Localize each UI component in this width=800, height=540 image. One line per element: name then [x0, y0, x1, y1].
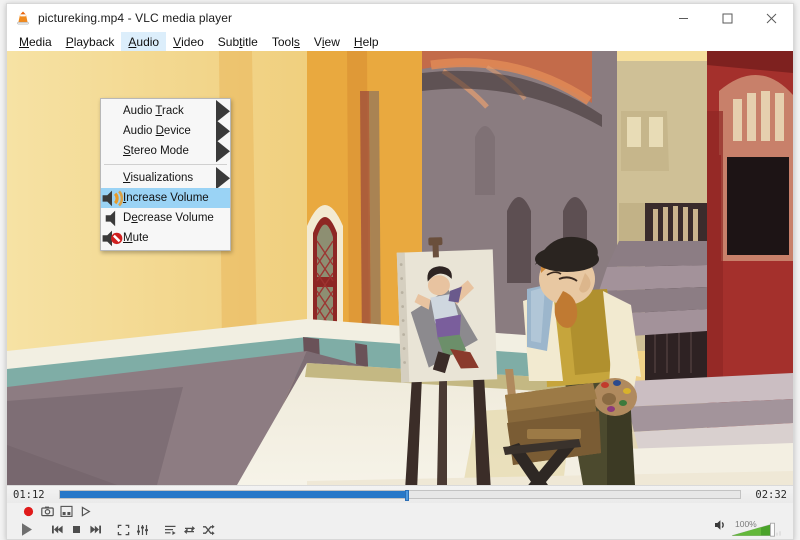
equalizer-button[interactable]: [134, 522, 151, 537]
menu-item-label: Stereo Mode: [123, 145, 189, 157]
submenu-arrow-icon: [216, 139, 230, 163]
seek-handle[interactable]: [404, 490, 409, 501]
previous-button[interactable]: [49, 522, 66, 537]
close-button[interactable]: [749, 4, 793, 32]
elapsed-time: 01:12: [13, 488, 45, 501]
submenu-arrow-icon: [216, 166, 230, 190]
menu-item-audio-device[interactable]: Audio Device: [101, 119, 230, 143]
menu-item-label: Visualizations: [123, 172, 194, 184]
record-button[interactable]: [20, 504, 37, 519]
menu-item-label: Increase Volume: [123, 192, 209, 204]
volume-slider[interactable]: 100%: [731, 519, 783, 537]
menu-item-audio-track[interactable]: Audio Track: [101, 99, 230, 123]
menu-bar: Media Playback Audio Video Sub t itle Tool…: [7, 32, 793, 51]
speaker-icon[interactable]: [714, 518, 727, 536]
menu-item-increase-volume[interactable]: Increase Volume: [101, 188, 230, 208]
menu-media[interactable]: Media: [12, 32, 59, 51]
seek-progress-fill: [60, 491, 407, 498]
menu-view[interactable]: Vi ew: [307, 32, 347, 51]
menu-help[interactable]: Help: [347, 32, 386, 51]
window-controls: [661, 4, 793, 32]
menu-item-label: Mute: [123, 232, 149, 244]
volume-down-icon: [101, 209, 123, 228]
seek-row: 01:12 02:32: [7, 486, 793, 503]
frame-by-frame-button[interactable]: [58, 504, 75, 519]
playlist-button[interactable]: [162, 522, 179, 537]
extended-controls-row: [7, 503, 793, 520]
stop-button[interactable]: [68, 522, 85, 537]
easel: [396, 237, 498, 485]
menu-item-label: Audio Device: [123, 125, 191, 137]
mute-icon: [101, 229, 123, 248]
menu-item-label: Decrease Volume: [123, 212, 214, 224]
audio-menu-dropdown: Audio Track Audio Device Stereo Mode Vis…: [100, 98, 231, 251]
loop-button[interactable]: [181, 522, 198, 537]
shuffle-button[interactable]: [200, 522, 217, 537]
main-controls-row: 100%: [7, 519, 793, 539]
player-control-bar: 01:12 02:32 100%: [7, 485, 793, 539]
menu-item-decrease-volume[interactable]: Decrease Volume: [101, 208, 230, 228]
volume-area: 100%: [714, 519, 783, 537]
menu-separator: [104, 164, 227, 165]
menu-tools[interactable]: Tool s: [265, 32, 307, 51]
menu-video[interactable]: Video: [166, 32, 211, 51]
volume-percent-label: 100%: [735, 519, 757, 529]
volume-up-icon: [101, 189, 123, 208]
advanced-play-button[interactable]: [77, 504, 94, 519]
snapshot-button[interactable]: [39, 504, 56, 519]
next-button[interactable]: [87, 522, 104, 537]
menu-item-stereo-mode[interactable]: Stereo Mode: [101, 139, 230, 163]
vlc-cone-icon: [15, 10, 31, 26]
fullscreen-button[interactable]: [115, 522, 132, 537]
menu-item-mute[interactable]: Mute: [101, 228, 230, 248]
maximize-button[interactable]: [705, 4, 749, 32]
menu-item-label: Audio Track: [123, 105, 184, 117]
desktop-background: pictureking.mp4 - VLC media player M edi…: [0, 0, 800, 540]
menu-playback[interactable]: Playback: [59, 32, 122, 51]
menu-item-visualizations[interactable]: Visualizations: [101, 166, 230, 190]
vlc-window: pictureking.mp4 - VLC media player M edi…: [6, 3, 794, 540]
window-title: pictureking.mp4 - VLC media player: [38, 11, 233, 25]
title-bar: pictureking.mp4 - VLC media player: [7, 4, 793, 32]
total-time: 02:32: [755, 488, 787, 501]
play-pause-button[interactable]: [15, 520, 38, 539]
minimize-button[interactable]: [661, 4, 705, 32]
video-surface[interactable]: Audio Track Audio Device Stereo Mode Vis…: [7, 51, 793, 485]
menu-audio[interactable]: Audio: [121, 32, 167, 51]
seek-slider[interactable]: [59, 490, 741, 501]
menu-subtitle[interactable]: Sub t itle: [211, 32, 265, 51]
